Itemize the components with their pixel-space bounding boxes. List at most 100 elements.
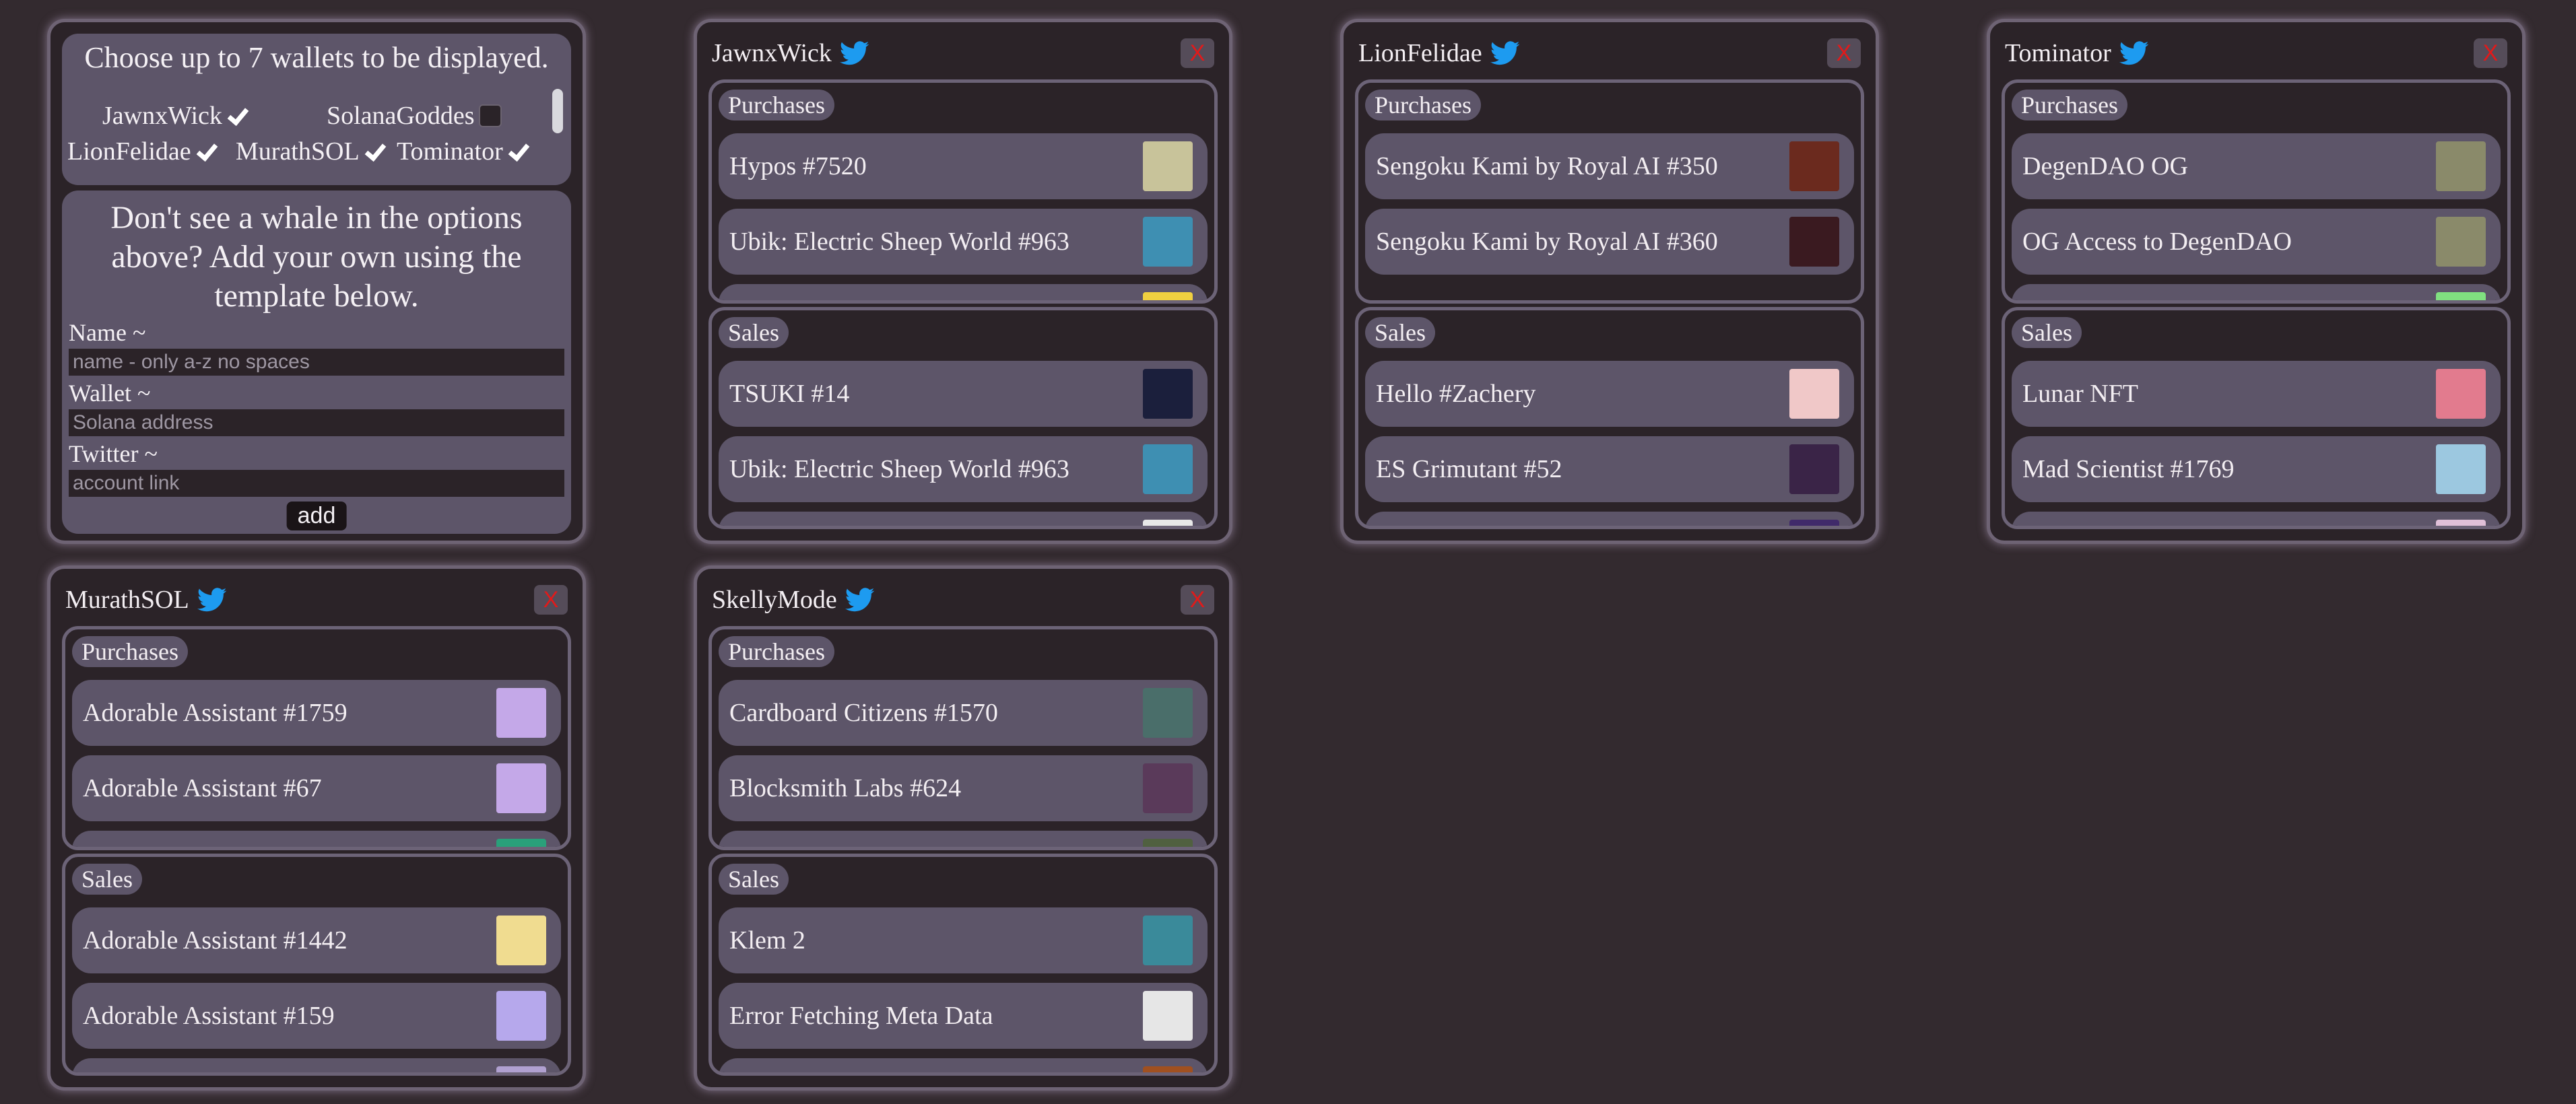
close-button[interactable]: X [534,585,568,615]
wallet-header[interactable]: SkellyMode [712,585,875,615]
nft-thumbnail [1789,520,1839,526]
sales-section: Sales TSUKI #14 Ubik: Electric Sheep World… [708,307,1218,529]
close-button[interactable]: X [2474,38,2507,68]
wallet-panel-jawnxwick: JawnxWick X Purchases Hypos #7520 Ubik: Elec… [694,19,1232,544]
wallet-header[interactable]: Tominator [2005,38,2149,68]
wallet-panel-tominator: Tominator X Purchases DegenDAO OG OG Access … [1987,19,2525,544]
checkbox-checked-icon[interactable] [195,140,218,163]
name-label: Name ~ [69,319,146,346]
sale-item[interactable]: Adorable Assistant #1442 [72,907,561,973]
twitter-label: Twitter ~ [69,440,158,467]
wallet-check-solanagoddes[interactable]: SolanaGoddes [327,101,502,131]
nft-thumbnail [1143,839,1193,847]
sale-item[interactable]: ES Grimutant #52 [1365,436,1854,502]
nft-name: DegenDAO OG [2022,152,2188,180]
add-whale-heading: Don't see a whale in the options above? … [110,200,523,314]
sale-item[interactable]: Mad Scientist #1769 [2012,436,2501,502]
checkbox-checked-icon[interactable] [226,104,249,127]
wallet-header[interactable]: MurathSOL [65,585,227,615]
name-input[interactable] [69,349,564,376]
sale-item[interactable] [72,1058,561,1072]
nft-name: Adorable Assistant #1759 [83,699,348,727]
wallet-header[interactable]: JawnxWick [712,38,869,68]
close-button[interactable]: X [1181,585,1214,615]
nft-thumbnail [496,763,546,813]
sale-item[interactable]: Klem 2 [719,907,1208,973]
nft-name: OG Access to DegenDAO [2022,228,2292,256]
close-button[interactable]: X [1827,38,1861,68]
sale-item[interactable] [719,1058,1208,1072]
wallet-name-label: Tominator [2005,39,2111,67]
purchase-item[interactable]: Ubik: Electric Sheep World #963 [719,209,1208,275]
twitter-icon[interactable] [197,588,227,612]
nft-thumbnail [2436,520,2486,526]
wallet-check-jawnxwick[interactable]: JawnxWick [102,101,249,131]
nft-name: Hypos #7520 [729,152,867,180]
nft-name: Error Fetching Meta Data [729,1002,993,1030]
purchase-item[interactable]: Sengoku Kami by Royal AI #360 [1365,209,1854,275]
sale-item[interactable]: Error Fetching Meta Data [719,983,1208,1049]
nft-name: TSUKI #14 [729,380,850,408]
twitter-icon[interactable] [839,41,869,65]
checkbox-unchecked-icon[interactable] [478,104,502,127]
wallet-check-lionfelidae[interactable]: LionFelidae [67,137,218,166]
sale-item[interactable]: TSUKI #14 [719,361,1208,427]
nft-name: Blocksmith Labs #624 [729,774,962,802]
purchase-item[interactable]: Adorable Assistant #67 [72,755,561,821]
add-button[interactable]: add [286,502,347,530]
purchase-item[interactable]: Adorable Assistant #1759 [72,680,561,746]
sale-item[interactable] [2012,512,2501,526]
purchases-section: Purchases Sengoku Kami by Royal AI #350 Se… [1355,79,1864,304]
purchase-item[interactable] [719,831,1208,847]
wallet-name-label: MurathSOL [65,586,189,614]
nft-thumbnail [1143,916,1193,965]
nft-thumbnail [1143,520,1193,526]
purchase-item[interactable] [719,284,1208,300]
nft-thumbnail [1789,217,1839,267]
sale-item[interactable]: Adorable Assistant #159 [72,983,561,1049]
nft-name: Ubik: Electric Sheep World #963 [729,455,1069,483]
wallet-selector: Choose up to 7 wallets to be displayed. … [62,34,571,185]
nft-thumbnail [1143,141,1193,191]
sales-section: Sales Adorable Assistant #1442 Adorable As… [62,854,571,1076]
wallet-selector-title: Choose up to 7 wallets to be displayed. [84,41,549,74]
wallet-settings-panel: Choose up to 7 wallets to be displayed. … [47,19,586,544]
wallet-check-murathsol[interactable]: MurathSOL [236,137,387,166]
twitter-icon[interactable] [845,588,875,612]
scrollbar-thumb[interactable] [552,89,563,133]
purchase-item[interactable] [72,831,561,847]
purchase-item[interactable]: DegenDAO OG [2012,133,2501,199]
sale-item[interactable] [719,512,1208,526]
checkbox-checked-icon[interactable] [507,140,530,163]
wallet-check-label: JawnxWick [102,102,222,130]
nft-thumbnail [1143,763,1193,813]
sales-title: Sales [2012,317,2082,348]
nft-thumbnail [1143,991,1193,1041]
sale-item[interactable]: Ubik: Electric Sheep World #963 [719,436,1208,502]
sale-item[interactable] [1365,512,1854,526]
twitter-link-input[interactable] [69,470,564,497]
purchase-item[interactable]: Blocksmith Labs #624 [719,755,1208,821]
purchase-item[interactable]: OG Access to DegenDAO [2012,209,2501,275]
close-button[interactable]: X [1181,38,1214,68]
purchases-title: Purchases [719,636,834,667]
purchase-item[interactable]: Cardboard Citizens #1570 [719,680,1208,746]
sale-item[interactable]: Lunar NFT [2012,361,2501,427]
twitter-icon[interactable] [1490,41,1520,65]
twitter-icon[interactable] [2119,41,2149,65]
purchase-item[interactable]: Hypos #7520 [719,133,1208,199]
wallet-panel-murathsol: MurathSOL X Purchases Adorable Assistant #1… [47,565,586,1091]
checkbox-checked-icon[interactable] [364,140,387,163]
purchase-item[interactable] [2012,284,2501,300]
wallet-header[interactable]: LionFelidae [1358,38,1520,68]
wallet-check-tominator[interactable]: Tominator [397,137,530,166]
wallet-address-input[interactable] [69,409,564,436]
nft-thumbnail [1143,369,1193,419]
purchases-section: Purchases DegenDAO OG OG Access to DegenDA… [2002,79,2511,304]
sales-section: Sales Klem 2 Error Fetching Meta Data [708,854,1218,1076]
purchases-title: Purchases [1365,90,1481,120]
nft-thumbnail [496,839,546,847]
purchase-item[interactable]: Sengoku Kami by Royal AI #350 [1365,133,1854,199]
nft-thumbnail [1143,217,1193,267]
sale-item[interactable]: Hello #Zachery [1365,361,1854,427]
